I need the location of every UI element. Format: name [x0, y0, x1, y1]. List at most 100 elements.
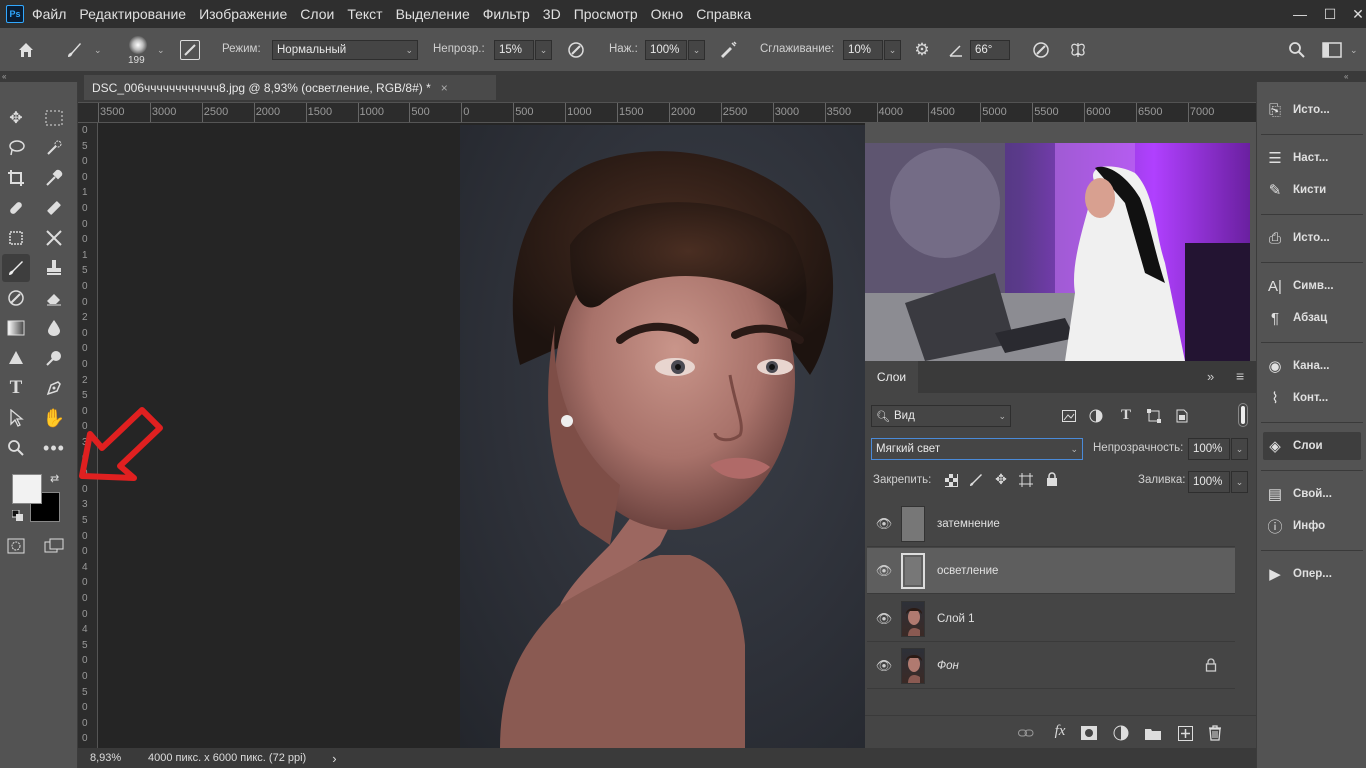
layer-opacity-input[interactable]: 100% [1188, 438, 1230, 460]
perspective-warp-tool-icon[interactable] [40, 224, 68, 252]
fill-input[interactable]: 100% [1188, 471, 1230, 493]
dock-item-actions[interactable]: ▶ Опер... [1263, 560, 1361, 588]
pen-tool-icon[interactable] [40, 374, 68, 402]
lock-artboard-icon[interactable] [1018, 472, 1034, 488]
collapse-panel-icon[interactable]: » [1207, 369, 1214, 384]
layer-row-selected[interactable]: 👁︎ осветление [867, 548, 1235, 594]
dock-item-channels[interactable]: ◉ Кана... [1263, 352, 1361, 380]
trash-icon[interactable] [1206, 724, 1224, 742]
filter-toggle-switch[interactable] [1239, 404, 1247, 426]
pressure-size-icon[interactable] [1030, 39, 1052, 61]
more-tools-icon[interactable]: ••• [40, 434, 68, 462]
collapse-right-icon[interactable]: « [1344, 72, 1348, 81]
layer-row[interactable]: 👁︎ Фон [867, 643, 1235, 689]
move-tool-icon[interactable]: ✥ [2, 104, 30, 132]
menu-help[interactable]: Справка [696, 6, 751, 22]
history-brush-tool-icon[interactable] [2, 284, 30, 312]
angle-input[interactable]: 66° [970, 40, 1010, 60]
gear-icon[interactable]: ⚙ [911, 39, 933, 61]
gradient-tool-icon[interactable] [2, 314, 30, 342]
content-aware-tool-icon[interactable] [2, 224, 30, 252]
zoom-tool-icon[interactable] [2, 434, 30, 462]
swap-colors-icon[interactable]: ⇄ [50, 472, 59, 485]
dock-item-brush-settings[interactable]: ☰ Наст... [1263, 144, 1361, 172]
smoothing-input[interactable]: 10% [843, 40, 883, 60]
menu-layers[interactable]: Слои [300, 6, 334, 22]
symmetry-icon[interactable] [1066, 39, 1090, 61]
chevron-down-icon[interactable]: ⌄ [94, 45, 102, 56]
lasso-tool-icon[interactable] [2, 134, 30, 162]
document-tab[interactable]: DSC_006чччччччччччч8.jpg @ 8,93% (осветл… [84, 75, 496, 100]
eye-icon[interactable]: 👁︎ [867, 563, 901, 579]
link-layers-icon[interactable] [1017, 724, 1035, 742]
menu-view[interactable]: Просмотр [574, 6, 638, 22]
eraser-tool-icon[interactable] [40, 284, 68, 312]
filter-adjustment-icon[interactable] [1087, 407, 1105, 425]
flow-dropdown[interactable]: ⌄ [688, 40, 705, 60]
menu-filter[interactable]: Фильтр [483, 6, 530, 22]
crop-tool-icon[interactable] [2, 164, 30, 192]
layer-opacity-dropdown[interactable]: ⌄ [1231, 438, 1248, 460]
eye-icon[interactable]: 👁︎ [867, 516, 901, 532]
dock-item-history[interactable]: ⎘ Исто... [1263, 96, 1361, 124]
panel-menu-icon[interactable]: ≡ [1236, 368, 1244, 384]
blend-mode-select[interactable]: Мягкий свет ⌄ [871, 438, 1083, 460]
tab-layers[interactable]: Слои [865, 361, 918, 393]
clone-stamp-tool-icon[interactable] [40, 254, 68, 282]
mode-select[interactable]: Нормальный ⌄ [272, 40, 418, 60]
workspace-icon[interactable] [1320, 39, 1344, 61]
menu-type[interactable]: Текст [347, 6, 382, 22]
lock-image-icon[interactable] [968, 472, 984, 488]
menu-window[interactable]: Окно [651, 6, 684, 22]
type-tool-icon[interactable]: T [2, 374, 30, 402]
layer-row[interactable]: 👁︎ Слой 1 [867, 596, 1235, 642]
filter-type-icon[interactable]: T [1117, 406, 1135, 424]
close-window-button[interactable]: ✕ [1340, 0, 1366, 28]
search-icon[interactable] [1286, 39, 1308, 61]
patch-tool-icon[interactable] [40, 194, 68, 222]
menu-image[interactable]: Изображение [199, 6, 287, 22]
brush-preset-icon[interactable] [62, 39, 86, 61]
default-colors-icon[interactable] [11, 509, 24, 522]
dock-item-info[interactable]: ⓘ Инфо [1263, 512, 1361, 540]
eyedropper-tool-icon[interactable] [40, 164, 68, 192]
adjustment-layer-icon[interactable] [1112, 724, 1130, 742]
collapse-left-icon[interactable]: « [2, 72, 6, 81]
dock-item-character[interactable]: A| Симв... [1263, 272, 1361, 300]
flow-input[interactable]: 100% [645, 40, 687, 60]
dock-item-clone-source[interactable]: ⎙ Исто... [1263, 224, 1361, 252]
eye-icon[interactable]: 👁︎ [867, 658, 901, 674]
menu-select[interactable]: Выделение [396, 6, 470, 22]
dock-item-layers[interactable]: ◈ Слои [1263, 432, 1361, 460]
airbrush-icon[interactable] [716, 39, 740, 61]
new-layer-icon[interactable] [1176, 724, 1194, 742]
lock-all-icon[interactable] [1044, 471, 1060, 487]
brush-panel-toggle-icon[interactable] [180, 40, 200, 60]
status-menu-arrow-icon[interactable]: › [332, 751, 336, 766]
fx-icon[interactable]: fx [1049, 721, 1071, 741]
menu-edit[interactable]: Редактирование [79, 6, 186, 22]
menu-file[interactable]: Файл [32, 6, 66, 22]
pressure-opacity-icon[interactable] [565, 39, 587, 61]
lock-transparent-icon[interactable] [943, 472, 959, 488]
dock-item-paragraph[interactable]: ¶ Абзац [1263, 304, 1361, 332]
folder-icon[interactable] [1144, 724, 1162, 742]
layer-filter-select[interactable]: 🔍︎ Вид ⌄ [871, 405, 1011, 427]
quick-select-tool-icon[interactable] [40, 134, 68, 162]
foreground-color-swatch-front[interactable] [12, 474, 42, 504]
spot-healing-tool-icon[interactable] [2, 194, 30, 222]
brush-tip-preview[interactable] [129, 36, 147, 54]
blur-tool-icon[interactable] [40, 314, 68, 342]
filter-pixel-icon[interactable] [1060, 407, 1078, 425]
dock-item-brushes[interactable]: ✎ Кисти [1263, 176, 1361, 204]
fill-dropdown[interactable]: ⌄ [1231, 471, 1248, 493]
marquee-tool-icon[interactable] [40, 104, 68, 132]
dodge-tool-icon[interactable] [2, 344, 30, 372]
dock-item-properties[interactable]: ▤ Свой... [1263, 480, 1361, 508]
smoothing-dropdown[interactable]: ⌄ [884, 40, 901, 60]
add-mask-icon[interactable] [1080, 724, 1098, 742]
eye-icon[interactable]: 👁︎ [867, 611, 901, 627]
brush-tool-icon[interactable] [2, 254, 30, 282]
hand-tool-icon[interactable]: ✋ [40, 404, 68, 432]
chevron-down-icon[interactable]: ⌄ [1350, 45, 1358, 56]
